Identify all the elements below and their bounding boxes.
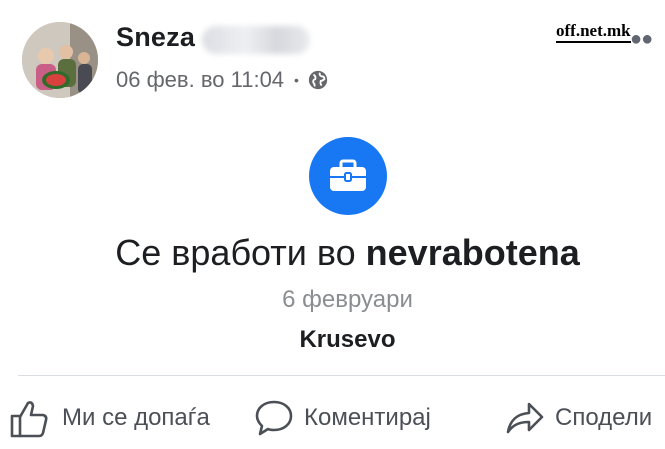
- life-event-date: 6 февруари: [282, 286, 413, 313]
- share-arrow-icon: [506, 402, 544, 434]
- post-meta: 06 фев. во 11:04 •: [116, 66, 329, 94]
- comment-label: Коментирај: [304, 404, 431, 431]
- life-event-location[interactable]: Krusevo: [0, 326, 665, 354]
- meta-separator: •: [294, 72, 299, 88]
- comment-icon: [255, 400, 293, 436]
- author-name[interactable]: Sneza: [116, 22, 195, 53]
- divider: [18, 375, 665, 376]
- life-event-headline: Се вработи во nevrabotena: [0, 232, 665, 274]
- watermark: off.net.mk: [556, 22, 631, 43]
- briefcase-icon: [309, 137, 387, 215]
- redacted-surname: [202, 26, 310, 54]
- comment-button[interactable]: Коментирај: [254, 396, 431, 440]
- headline-prefix: Се вработи во: [115, 232, 356, 273]
- ellipsis-icon[interactable]: ●●: [630, 28, 653, 51]
- globe-icon[interactable]: [307, 69, 329, 91]
- like-button[interactable]: Ми се допаѓа: [8, 396, 210, 440]
- avatar-photo: [22, 22, 98, 98]
- share-button[interactable]: Сподели: [505, 396, 652, 440]
- thumbs-up-icon: [10, 401, 48, 438]
- avatar[interactable]: [22, 22, 98, 98]
- company-name[interactable]: nevrabotena: [366, 232, 580, 273]
- like-label: Ми се допаѓа: [62, 404, 210, 431]
- post-timestamp[interactable]: 06 фев. во 11:04: [116, 67, 284, 93]
- share-label: Сподели: [555, 404, 653, 431]
